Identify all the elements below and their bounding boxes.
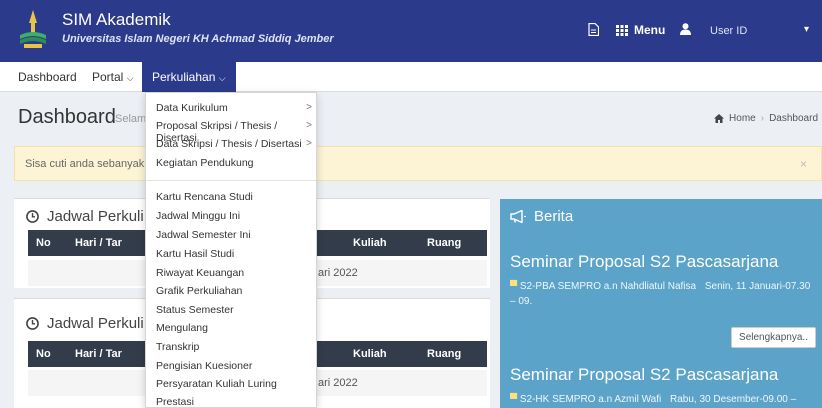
menu-item-kuliah-luring[interactable]: Persyaratan Kuliah Luring bbox=[156, 378, 312, 390]
chevron-right-icon: > bbox=[306, 120, 312, 131]
nav-dashboard[interactable]: Dashboard bbox=[14, 62, 81, 92]
bullhorn-icon bbox=[510, 210, 526, 223]
column-header: Kuliah bbox=[353, 237, 387, 249]
menu-item-status-semester[interactable]: Status Semester bbox=[156, 304, 312, 316]
user-id-dropdown[interactable]: User ID bbox=[698, 22, 786, 40]
breadcrumb: Home › Dashboard bbox=[714, 113, 818, 124]
menu-item-label: Kartu Rencana Studi bbox=[156, 191, 253, 203]
page-title: Dashboard bbox=[18, 106, 116, 128]
menu-item-label: Data Kurikulum bbox=[156, 102, 228, 114]
column-header: Hari / Tar bbox=[75, 348, 122, 360]
menu-item-label: Prestasi bbox=[156, 396, 194, 408]
menu-item-label: Riwayat Keuangan bbox=[156, 267, 245, 279]
calendar-icon: ▀ bbox=[510, 394, 518, 405]
menu-item-riwayat-keuangan[interactable]: Riwayat Keuangan bbox=[156, 267, 312, 279]
column-header: Hari / Tar bbox=[75, 237, 122, 249]
menu-item-prestasi[interactable]: Prestasi bbox=[156, 396, 312, 408]
calendar-icon: ▀ bbox=[510, 281, 518, 292]
alert-text: Sisa cuti anda sebanyak bbox=[25, 158, 145, 170]
breadcrumb-separator: › bbox=[760, 113, 765, 124]
news-meta: ▀ S2-PBA SEMPRO a.n Nahdliatul Nafisa Se… bbox=[510, 279, 818, 309]
menu-item-label: Jadwal Minggu Ini bbox=[156, 210, 241, 222]
menu-label: Menu bbox=[634, 23, 666, 37]
close-icon[interactable]: × bbox=[800, 157, 807, 171]
nav-perkuliahan[interactable]: Perkuliahan ⌵ bbox=[142, 62, 236, 92]
nav-portal[interactable]: Portal ⌵ bbox=[88, 62, 138, 92]
user-icon bbox=[680, 23, 691, 35]
menu-item-data-kurikulum[interactable]: Data Kurikulum > bbox=[156, 102, 312, 114]
perkuliahan-dropdown: Data Kurikulum > Proposal Skripsi / Thes… bbox=[145, 92, 317, 408]
column-header: Ruang bbox=[427, 348, 462, 360]
column-header: Ruang bbox=[427, 237, 462, 249]
menu-divider bbox=[146, 180, 316, 181]
home-icon bbox=[714, 114, 725, 123]
menu-item-krs[interactable]: Kartu Rencana Studi bbox=[156, 191, 312, 203]
menu-item-kuesioner[interactable]: Pengisian Kuesioner bbox=[156, 360, 312, 372]
menu-item-mengulang[interactable]: Mengulang bbox=[156, 322, 312, 334]
breadcrumb-current: Dashboard bbox=[769, 113, 818, 124]
read-more-button[interactable]: Selengkapnya.. bbox=[731, 327, 816, 348]
menu-item-jadwal-semester[interactable]: Jadwal Semester Ini bbox=[156, 229, 312, 241]
menu-item-label: Persyaratan Kuliah Luring bbox=[156, 378, 277, 390]
menu-item-jadwal-minggu[interactable]: Jadwal Minggu Ini bbox=[156, 210, 312, 222]
news-headline[interactable]: Seminar Proposal S2 Pascasarjana bbox=[510, 365, 778, 385]
news-headline[interactable]: Seminar Proposal S2 Pascasarjana bbox=[510, 252, 778, 272]
menu-item-kegiatan-pendukung[interactable]: Kegiatan Pendukung bbox=[156, 157, 312, 169]
chevron-down-icon: ⌵ bbox=[126, 73, 134, 83]
menu-item-label: Data Skripsi / Thesis / Disertasi bbox=[156, 138, 302, 150]
menu-item-label: Grafik Perkuliahan bbox=[156, 285, 243, 297]
menu-item-transkrip[interactable]: Transkrip bbox=[156, 341, 312, 353]
user-icon-button[interactable] bbox=[680, 23, 691, 35]
caret-down-icon[interactable]: ▾ bbox=[804, 24, 809, 35]
menu-item-grafik[interactable]: Grafik Perkuliahan bbox=[156, 285, 312, 297]
breadcrumb-home[interactable]: Home bbox=[729, 113, 756, 124]
user-id-label: User ID bbox=[710, 25, 748, 37]
chevron-right-icon: > bbox=[306, 138, 312, 149]
jadwal-title-2: Jadwal Perkuli bbox=[26, 315, 144, 332]
column-header: Kuliah bbox=[353, 348, 387, 360]
cuti-alert: Sisa cuti anda sebanyak × bbox=[14, 146, 822, 181]
berita-panel: Berita Seminar Proposal S2 Pascasarjana … bbox=[500, 199, 822, 408]
column-header: No bbox=[36, 348, 51, 360]
menu-item-label: Transkrip bbox=[156, 341, 200, 353]
menu-item-khs[interactable]: Kartu Hasil Studi bbox=[156, 248, 312, 260]
chevron-down-icon: ⌵ bbox=[218, 73, 226, 83]
menu-item-label: Mengulang bbox=[156, 322, 208, 334]
menu-item-data-skripsi[interactable]: Data Skripsi / Thesis / Disertasi > bbox=[156, 138, 312, 150]
menu-item-label: Pengisian Kuesioner bbox=[156, 360, 253, 372]
nav-dashboard-label: Dashboard bbox=[18, 70, 77, 84]
news-author: S2-HK SEMPRO a.n Azmil Wafi bbox=[519, 394, 662, 405]
app-header: SIM Akademik Universitas Islam Negeri KH… bbox=[0, 0, 822, 62]
column-header: No bbox=[36, 237, 51, 249]
table-cell: ari 2022 bbox=[318, 377, 358, 389]
menu-item-label: Kartu Hasil Studi bbox=[156, 248, 235, 260]
menu-item-label: Jadwal Semester Ini bbox=[156, 229, 251, 241]
grid-icon bbox=[616, 24, 628, 36]
chevron-right-icon: > bbox=[306, 102, 312, 113]
document-button[interactable] bbox=[588, 23, 599, 36]
menu-item-label: Status Semester bbox=[156, 304, 234, 316]
jadwal-title-text: Jadwal Perkuli bbox=[47, 208, 144, 225]
main-navbar: Dashboard Portal ⌵ Perkuliahan ⌵ bbox=[0, 62, 822, 92]
nav-perkuliahan-label: Perkuliahan bbox=[152, 70, 216, 84]
clock-icon bbox=[26, 317, 39, 330]
menu-item-label: Kegiatan Pendukung bbox=[156, 157, 254, 169]
document-icon bbox=[588, 23, 599, 36]
berita-title: Berita bbox=[510, 208, 573, 225]
menu-button[interactable]: Menu bbox=[616, 23, 665, 37]
university-logo[interactable] bbox=[18, 9, 48, 49]
nav-portal-label: Portal bbox=[92, 70, 124, 84]
app-title: SIM Akademik bbox=[62, 10, 171, 29]
berita-title-text: Berita bbox=[534, 208, 574, 225]
jadwal-title-text: Jadwal Perkuli bbox=[47, 315, 144, 332]
clock-icon bbox=[26, 210, 39, 223]
table-cell: ari 2022 bbox=[318, 267, 358, 279]
news-meta: ▀ S2-HK SEMPRO a.n Azmil Wafi Rabu, 30 D… bbox=[510, 392, 818, 408]
news-author: S2-PBA SEMPRO a.n Nahdliatul Nafisa bbox=[519, 281, 697, 292]
jadwal-title-1: Jadwal Perkuli bbox=[26, 208, 144, 225]
university-name: Universitas Islam Negeri KH Achmad Siddi… bbox=[62, 33, 334, 45]
